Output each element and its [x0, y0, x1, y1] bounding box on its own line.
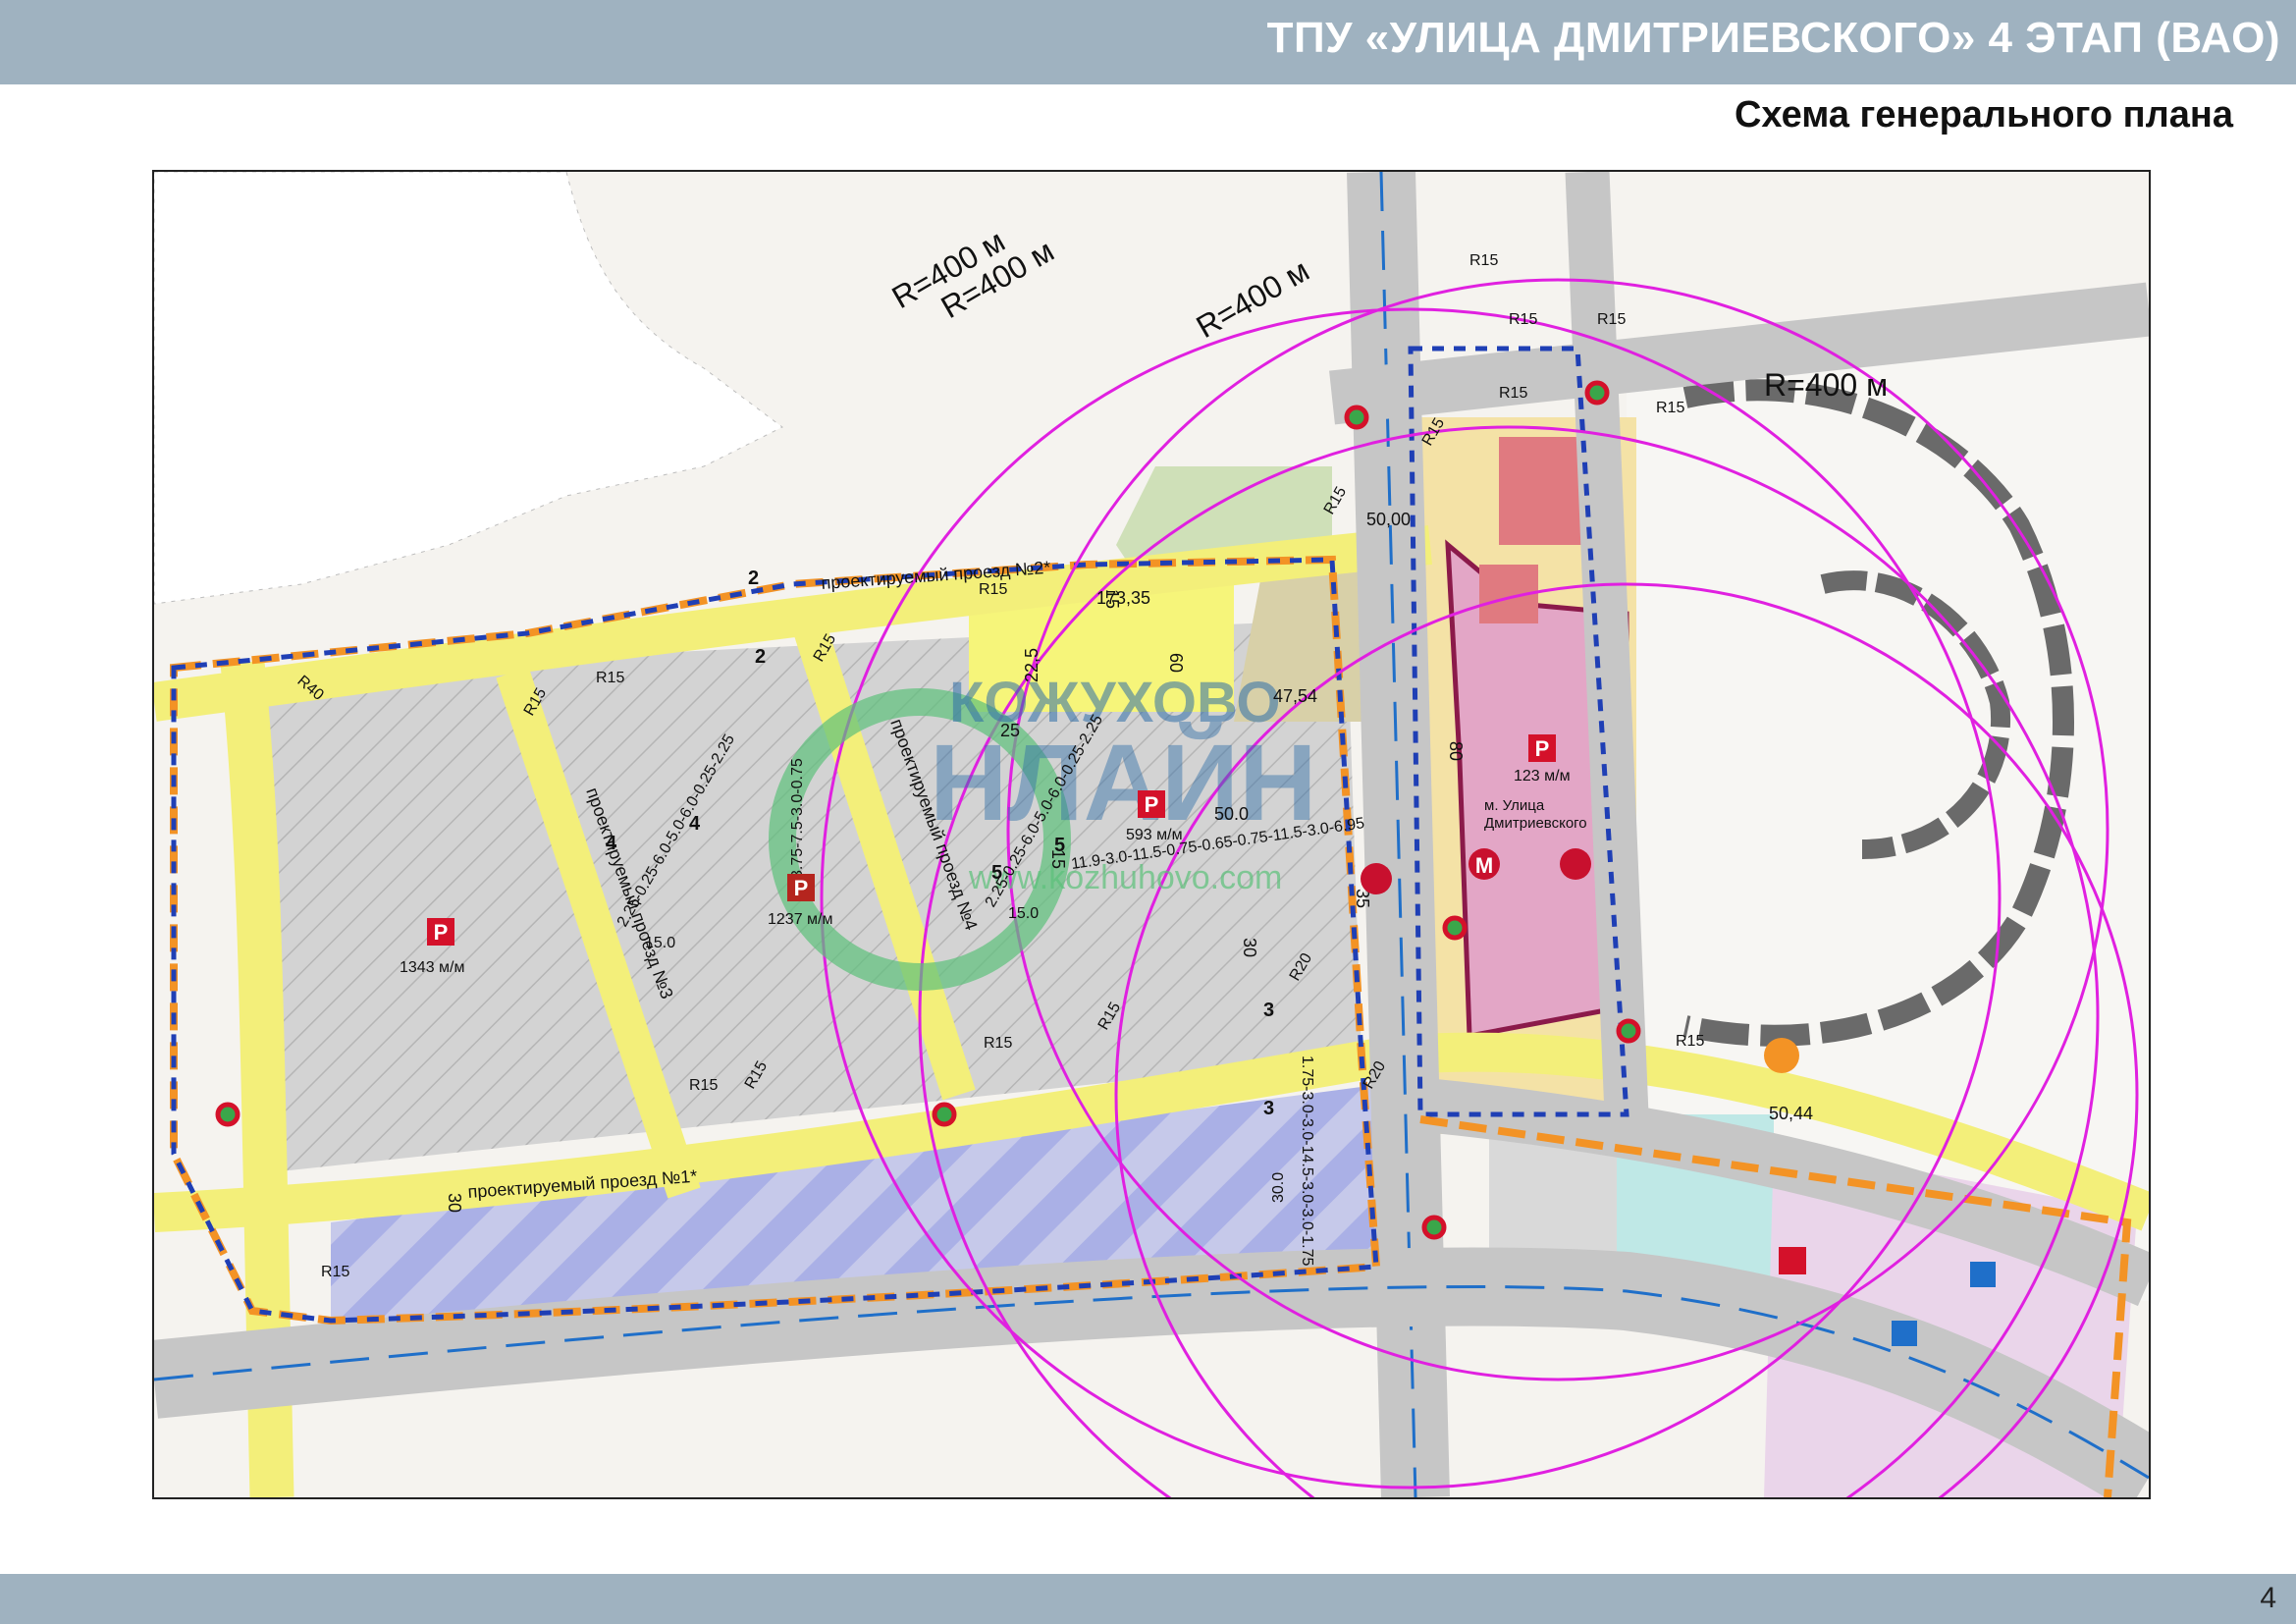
traffic-light-icon-3	[1442, 915, 1468, 941]
general-plan-svg: КОЖУХОВО НЛАЙН www.kozhuhovo.com R=400 м…	[154, 172, 2149, 1497]
traffic-light-icon-4	[932, 1102, 957, 1127]
dimension-5044: 50,44	[1769, 1104, 1813, 1123]
metro-exit-icon	[1764, 1038, 1799, 1073]
dimension-5000: 50,00	[1366, 510, 1411, 529]
profile-label-4: 1.75-3.0-3.0-14.5-3.0-3.0-1.75	[1299, 1056, 1315, 1266]
footer-band: 4	[0, 1574, 2296, 1624]
traffic-light-icon-1	[1344, 405, 1369, 430]
curb-radius-19: R15	[321, 1264, 349, 1280]
parking-capacity: 1343 м/м	[400, 959, 464, 976]
section-mark-5b: 5	[1054, 835, 1065, 856]
page-subtitle: Схема генерального плана	[1734, 94, 2233, 135]
metro-station-name-2: Дмитриевского	[1484, 815, 1587, 832]
traffic-light-icon-5	[1616, 1018, 1641, 1044]
metro-icon-3	[1361, 863, 1392, 894]
traffic-light-icon-7	[215, 1102, 240, 1127]
header-band: ТПУ «УЛИЦА ДМИТРИЕВСКОГО» 4 ЭТАП (ВАО)	[0, 0, 2296, 84]
parking-symbol: P	[434, 920, 449, 945]
parking-symbol: P	[1535, 736, 1550, 761]
section-mark-4a: 4	[606, 833, 617, 854]
curb-radius-1: R15	[979, 581, 1007, 598]
section-mark-2a: 2	[748, 568, 759, 589]
profile-width-2: 15.0	[1008, 905, 1039, 922]
parking-capacity: 1237 м/м	[768, 911, 832, 928]
traffic-light-icon-2	[1584, 380, 1610, 406]
parking-symbol: P	[794, 876, 809, 900]
traffic-light-icon-6	[1421, 1215, 1447, 1240]
profile-label-5: 3.75-7.5-3.0-0.75	[789, 758, 806, 879]
dimension-25: 25	[1000, 721, 1020, 740]
blue-parking-icon-1	[1970, 1262, 1996, 1287]
dimension-50: 50.0	[1214, 804, 1249, 824]
curb-radius-7: R15	[984, 1035, 1012, 1052]
dimension-15-b: 15	[1102, 589, 1122, 609]
profile-width-1: 15.0	[645, 935, 675, 951]
dimension-30-b: 30	[445, 1193, 464, 1213]
curb-radius-5: R15	[689, 1077, 718, 1094]
curb-radius-13: R15	[1597, 311, 1626, 328]
general-plan-map[interactable]: КОЖУХОВО НЛАЙН www.kozhuhovo.com R=400 м…	[152, 170, 2151, 1499]
curb-radius-12: R15	[1509, 311, 1537, 328]
section-mark-3b: 3	[1263, 1098, 1274, 1119]
building-1	[1499, 437, 1587, 545]
page-number: 4	[2260, 1582, 2276, 1614]
curb-radius-11: R15	[1469, 252, 1498, 269]
radius-label-4: R=400 м	[1764, 367, 1888, 403]
curb-radius-14: R15	[1656, 400, 1684, 416]
page-title: ТПУ «УЛИЦА ДМИТРИЕВСКОГО» 4 ЭТАП (ВАО)	[1266, 14, 2280, 62]
blue-parking-icon-2	[1892, 1321, 1917, 1346]
dimension-30-a: 30	[1240, 938, 1259, 957]
profile-width-3: 30.0	[1270, 1172, 1287, 1203]
parking-icon	[1779, 1247, 1806, 1274]
dimension-60: 60	[1166, 653, 1186, 673]
metro-icon-2	[1560, 848, 1591, 880]
dimension-80: 80	[1446, 741, 1466, 761]
metro-station-name-1: м. Улица	[1484, 797, 1545, 814]
section-mark-2b: 2	[755, 646, 766, 668]
metro-symbol: М	[1475, 853, 1493, 878]
parking-marker-se[interactable]	[1779, 1247, 1806, 1274]
curb-radius-4: R15	[596, 670, 624, 686]
parking-symbol: P	[1145, 792, 1159, 817]
parking-capacity: 123 м/м	[1514, 768, 1571, 785]
curb-radius-20: R15	[1676, 1033, 1704, 1050]
curb-radius-15: R15	[1499, 385, 1527, 402]
dimension-4754: 47,54	[1273, 686, 1317, 706]
dimension-225: 22,5	[1022, 648, 1041, 682]
watermark-line2: НЛАЙН	[930, 722, 1317, 843]
section-mark-3a: 3	[1263, 1000, 1274, 1021]
parking-capacity: 593 м/м	[1126, 827, 1183, 843]
